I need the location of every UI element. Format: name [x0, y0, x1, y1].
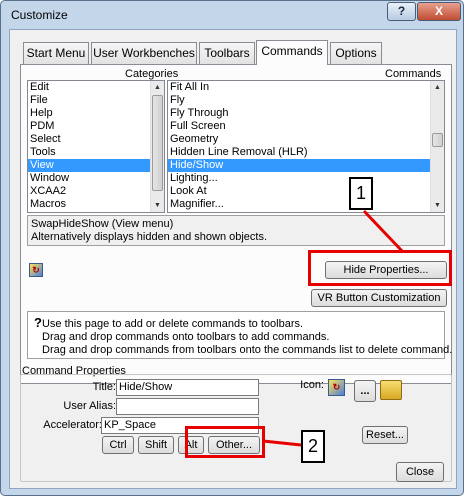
callout-1: 1 — [349, 177, 373, 210]
list-item[interactable]: Hidden Line Removal (HLR) — [168, 146, 444, 159]
list-item[interactable]: Edit — [28, 81, 164, 94]
shift-button[interactable]: Shift — [138, 436, 174, 454]
list-item[interactable]: Full Screen — [168, 120, 444, 133]
list-item[interactable]: Macros — [28, 198, 164, 211]
help-line-1: Use this page to add or delete commands … — [41, 318, 304, 330]
scroll-thumb[interactable] — [432, 133, 443, 147]
icon-label: Icon: — [300, 379, 324, 391]
list-item[interactable]: Fly Through — [168, 107, 444, 120]
window-title: Customize — [11, 8, 68, 22]
callout-2: 2 — [301, 430, 325, 463]
description-line-2: Alternatively displays hidden and shown … — [31, 231, 268, 243]
customize-window: Customize ? X Start Menu User Workbenche… — [0, 0, 464, 496]
user-alias-field[interactable] — [116, 398, 259, 415]
list-item[interactable]: XCAA2 — [28, 185, 164, 198]
vr-button-customization-button[interactable]: VR Button Customization — [311, 289, 447, 307]
categories-header: Categories — [125, 68, 179, 80]
list-item[interactable]: Lighting... — [168, 172, 444, 185]
list-item[interactable]: PDM — [28, 120, 164, 133]
scroll-down-arrow-icon[interactable]: ▼ — [431, 199, 444, 212]
user-alias-label: User Alias: — [63, 400, 116, 412]
highlight-box-other — [185, 426, 265, 458]
scroll-down-arrow-icon[interactable]: ▼ — [151, 199, 164, 212]
highlight-box-hide-properties — [308, 250, 452, 286]
list-item[interactable]: Magnifier... — [168, 198, 444, 211]
list-item[interactable]: Geometry — [168, 133, 444, 146]
list-item[interactable]: Help — [28, 107, 164, 120]
tab-start-menu[interactable]: Start Menu — [23, 42, 89, 64]
commands-scrollbar[interactable]: ▲ ▼ — [430, 81, 444, 212]
description-line-1: SwapHideShow (View menu) — [31, 218, 174, 230]
scroll-thumb[interactable] — [152, 95, 163, 191]
tab-user-workbenches[interactable]: User Workbenches — [91, 42, 197, 64]
title-label: Title: — [92, 381, 116, 393]
open-folder-icon[interactable] — [380, 380, 402, 400]
accelerator-label: Accelerator: — [43, 419, 102, 431]
categories-list[interactable]: Edit File Help PDM Select Tools View Win… — [27, 80, 165, 213]
command-description: SwapHideShow (View menu) Alternatively d… — [27, 215, 445, 246]
list-item[interactable]: Fit All In — [168, 81, 444, 94]
title-bar[interactable]: Customize ? X — [1, 1, 463, 29]
scroll-up-arrow-icon[interactable]: ▲ — [151, 81, 164, 94]
commands-tab-panel: Categories Commands Edit File Help PDM S… — [20, 64, 452, 384]
tab-toolbars[interactable]: Toolbars — [199, 42, 255, 64]
question-mark-icon: ? — [34, 315, 42, 330]
commands-list[interactable]: Fit All In Fly Fly Through Full Screen G… — [167, 80, 445, 213]
tab-options[interactable]: Options — [330, 42, 382, 64]
list-item-selected[interactable]: Hide/Show — [168, 159, 430, 172]
list-item[interactable]: Fly — [168, 94, 444, 107]
help-text-box: ?Use this page to add or delete commands… — [27, 311, 453, 359]
ctrl-button[interactable]: Ctrl — [102, 436, 134, 454]
reset-button[interactable]: Reset... — [362, 426, 408, 444]
commands-header: Commands — [385, 68, 442, 80]
close-button[interactable]: Close — [396, 462, 444, 482]
list-item[interactable]: Tools — [28, 146, 164, 159]
list-item-selected[interactable]: View — [28, 159, 152, 172]
list-item[interactable]: Look At — [168, 185, 444, 198]
selected-icon-preview[interactable]: ↻ — [328, 379, 345, 396]
help-line-3: Drag and drop commands from toolbars ont… — [42, 344, 453, 356]
list-item[interactable]: File — [28, 94, 164, 107]
tab-commands[interactable]: Commands — [256, 40, 328, 65]
scroll-up-arrow-icon[interactable]: ▲ — [431, 81, 444, 94]
title-field[interactable]: Hide/Show — [116, 379, 259, 396]
browse-icon-button[interactable]: ... — [354, 380, 376, 402]
command-icon: ↻ — [29, 263, 43, 277]
categories-scrollbar[interactable]: ▲ ▼ — [150, 81, 164, 212]
close-window-button[interactable]: X — [417, 2, 461, 21]
help-button[interactable]: ? — [387, 2, 416, 21]
list-item[interactable]: Window — [28, 172, 164, 185]
help-line-2: Drag and drop commands onto toolbars to … — [42, 331, 330, 343]
list-item[interactable]: Select — [28, 133, 164, 146]
